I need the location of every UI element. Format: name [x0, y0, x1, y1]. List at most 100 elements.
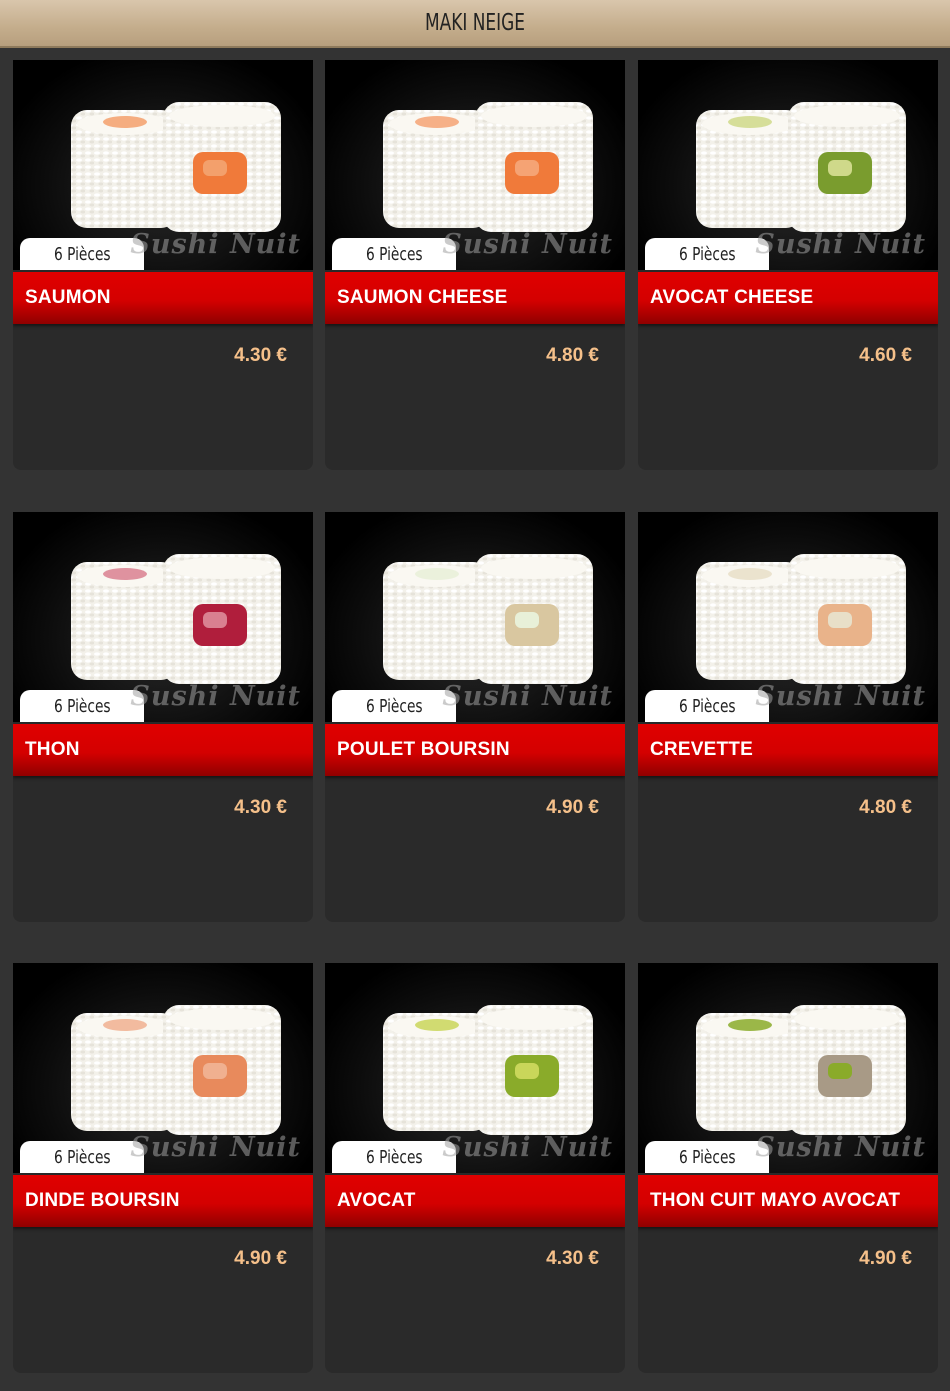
product-card[interactable]: 6 Pièces Sushi Nuit POULET BOURSIN 4.90 € — [325, 512, 625, 922]
filling-highlight — [515, 160, 539, 176]
product-name-bar[interactable]: SAUMON — [13, 272, 313, 324]
product-price: 4.60 € — [859, 345, 912, 366]
product-price: 4.90 € — [234, 1248, 287, 1269]
brand-watermark: Sushi Nuit — [755, 1132, 926, 1163]
product-name-bar[interactable]: AVOCAT CHEESE — [638, 272, 938, 324]
pieces-badge: 6 Pièces — [332, 690, 456, 722]
filling-top — [415, 568, 459, 580]
rice-roll-top — [794, 1008, 900, 1030]
product-card[interactable]: 6 Pièces Sushi Nuit AVOCAT CHEESE 4.60 € — [638, 60, 938, 470]
pieces-badge: 6 Pièces — [332, 1141, 456, 1173]
product-price: 4.90 € — [859, 1248, 912, 1269]
product-name-bar[interactable]: DINDE BOURSIN — [13, 1175, 313, 1227]
product-image[interactable]: 6 Pièces Sushi Nuit — [638, 963, 938, 1173]
product-name: DINDE BOURSIN — [25, 1190, 180, 1211]
pieces-badge: 6 Pièces — [332, 238, 456, 270]
filling-highlight — [828, 612, 852, 628]
pieces-badge: 6 Pièces — [20, 238, 144, 270]
filling-highlight — [828, 160, 852, 176]
product-price: 4.30 € — [234, 797, 287, 818]
product-name: SAUMON CHEESE — [337, 287, 508, 308]
pieces-label: 6 Pièces — [678, 1146, 736, 1168]
product-price: 4.80 € — [546, 345, 599, 366]
product-image[interactable]: 6 Pièces Sushi Nuit — [13, 512, 313, 722]
product-name: CREVETTE — [650, 739, 753, 760]
filling-top — [103, 1019, 147, 1031]
product-image[interactable]: 6 Pièces Sushi Nuit — [13, 60, 313, 270]
filling-top — [728, 116, 772, 128]
pieces-label: 6 Pièces — [53, 695, 111, 717]
pieces-label: 6 Pièces — [365, 1146, 423, 1168]
brand-watermark: Sushi Nuit — [130, 229, 301, 260]
product-image[interactable]: 6 Pièces Sushi Nuit — [325, 512, 625, 722]
product-name-bar[interactable]: THON CUIT MAYO AVOCAT — [638, 1175, 938, 1227]
product-card[interactable]: 6 Pièces Sushi Nuit CREVETTE 4.80 € — [638, 512, 938, 922]
product-image[interactable]: 6 Pièces Sushi Nuit — [325, 60, 625, 270]
pieces-label: 6 Pièces — [678, 695, 736, 717]
brand-watermark: Sushi Nuit — [755, 229, 926, 260]
product-price: 4.30 € — [546, 1248, 599, 1269]
product-name-bar[interactable]: AVOCAT — [325, 1175, 625, 1227]
rice-roll-top — [481, 1008, 587, 1030]
product-image[interactable]: 6 Pièces Sushi Nuit — [13, 963, 313, 1173]
product-price: 4.30 € — [234, 345, 287, 366]
pieces-badge: 6 Pièces — [20, 690, 144, 722]
pieces-badge: 6 Pièces — [645, 690, 769, 722]
rice-roll-top — [481, 105, 587, 127]
pieces-badge: 6 Pièces — [645, 238, 769, 270]
product-card[interactable]: 6 Pièces Sushi Nuit DINDE BOURSIN 4.90 € — [13, 963, 313, 1373]
product-image[interactable]: 6 Pièces Sushi Nuit — [638, 60, 938, 270]
filling-top — [103, 568, 147, 580]
product-image[interactable]: 6 Pièces Sushi Nuit — [638, 512, 938, 722]
product-name: AVOCAT CHEESE — [650, 287, 814, 308]
pieces-label: 6 Pièces — [678, 243, 736, 265]
brand-watermark: Sushi Nuit — [442, 229, 613, 260]
filling-highlight — [203, 612, 227, 628]
section-title: MAKI NEIGE — [424, 10, 526, 36]
product-name-bar[interactable]: POULET BOURSIN — [325, 724, 625, 776]
brand-watermark: Sushi Nuit — [130, 1132, 301, 1163]
product-name: SAUMON — [25, 287, 111, 308]
brand-watermark: Sushi Nuit — [442, 1132, 613, 1163]
pieces-label: 6 Pièces — [53, 1146, 111, 1168]
filling-highlight — [203, 160, 227, 176]
filling-highlight — [515, 612, 539, 628]
product-name-bar[interactable]: SAUMON CHEESE — [325, 272, 625, 324]
brand-watermark: Sushi Nuit — [130, 681, 301, 712]
filling-top — [728, 568, 772, 580]
filling-top — [728, 1019, 772, 1031]
product-image[interactable]: 6 Pièces Sushi Nuit — [325, 963, 625, 1173]
pieces-label: 6 Pièces — [365, 243, 423, 265]
product-card[interactable]: 6 Pièces Sushi Nuit SAUMON CHEESE 4.80 € — [325, 60, 625, 470]
section-header: MAKI NEIGE — [0, 0, 950, 48]
product-name: AVOCAT — [337, 1190, 416, 1211]
filling-highlight — [515, 1063, 539, 1079]
product-name: THON CUIT MAYO AVOCAT — [650, 1190, 901, 1211]
filling-highlight — [828, 1063, 852, 1079]
rice-roll-top — [794, 105, 900, 127]
pieces-label: 6 Pièces — [53, 243, 111, 265]
product-price: 4.90 € — [546, 797, 599, 818]
product-card[interactable]: 6 Pièces Sushi Nuit SAUMON 4.30 € — [13, 60, 313, 470]
pieces-badge: 6 Pièces — [20, 1141, 144, 1173]
product-card[interactable]: 6 Pièces Sushi Nuit AVOCAT 4.30 € — [325, 963, 625, 1373]
product-name-bar[interactable]: THON — [13, 724, 313, 776]
filling-top — [103, 116, 147, 128]
pieces-label: 6 Pièces — [365, 695, 423, 717]
rice-roll-top — [169, 105, 275, 127]
product-card[interactable]: 6 Pièces Sushi Nuit THON CUIT MAYO AVOCAT… — [638, 963, 938, 1373]
rice-roll-top — [481, 557, 587, 579]
product-name: THON — [25, 739, 80, 760]
filling-top — [415, 1019, 459, 1031]
filling-highlight — [203, 1063, 227, 1079]
rice-roll-top — [169, 1008, 275, 1030]
product-name: POULET BOURSIN — [337, 739, 510, 760]
brand-watermark: Sushi Nuit — [442, 681, 613, 712]
filling-top — [415, 116, 459, 128]
product-name-bar[interactable]: CREVETTE — [638, 724, 938, 776]
product-card[interactable]: 6 Pièces Sushi Nuit THON 4.30 € — [13, 512, 313, 922]
rice-roll-top — [794, 557, 900, 579]
pieces-badge: 6 Pièces — [645, 1141, 769, 1173]
rice-roll-top — [169, 557, 275, 579]
brand-watermark: Sushi Nuit — [755, 681, 926, 712]
